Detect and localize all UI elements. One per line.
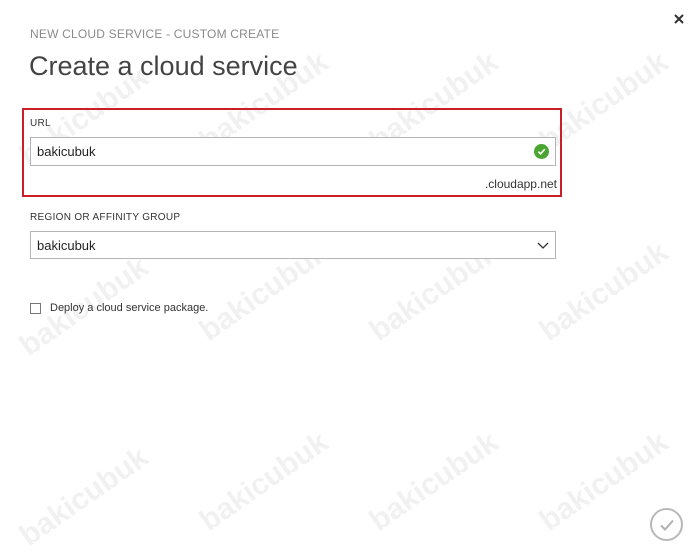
breadcrumb: NEW CLOUD SERVICE - CUSTOM CREATE [30,27,280,41]
close-icon[interactable] [670,10,688,28]
chevron-down-icon[interactable] [537,238,549,253]
page-title: Create a cloud service [29,51,298,81]
url-input[interactable]: bakicubuk [30,137,556,166]
url-suffix: .cloudapp.net [484,177,557,191]
url-label: URL [30,118,51,129]
deploy-package-option[interactable]: Deploy a cloud service package. [30,302,208,314]
deploy-package-label: Deploy a cloud service package. [50,302,209,314]
watermark: bakicubuk [363,425,505,538]
region-select-value: bakicubuk [37,237,96,253]
checkmark-icon[interactable] [650,508,683,541]
watermark: bakicubuk [13,440,155,553]
region-label: REGION OR AFFINITY GROUP [30,212,181,223]
deploy-package-checkbox[interactable] [30,302,41,314]
check-circle-icon [534,144,549,159]
url-input-value[interactable]: bakicubuk [37,144,534,159]
watermark: bakicubuk [193,425,335,538]
region-select[interactable]: bakicubuk [30,231,556,259]
